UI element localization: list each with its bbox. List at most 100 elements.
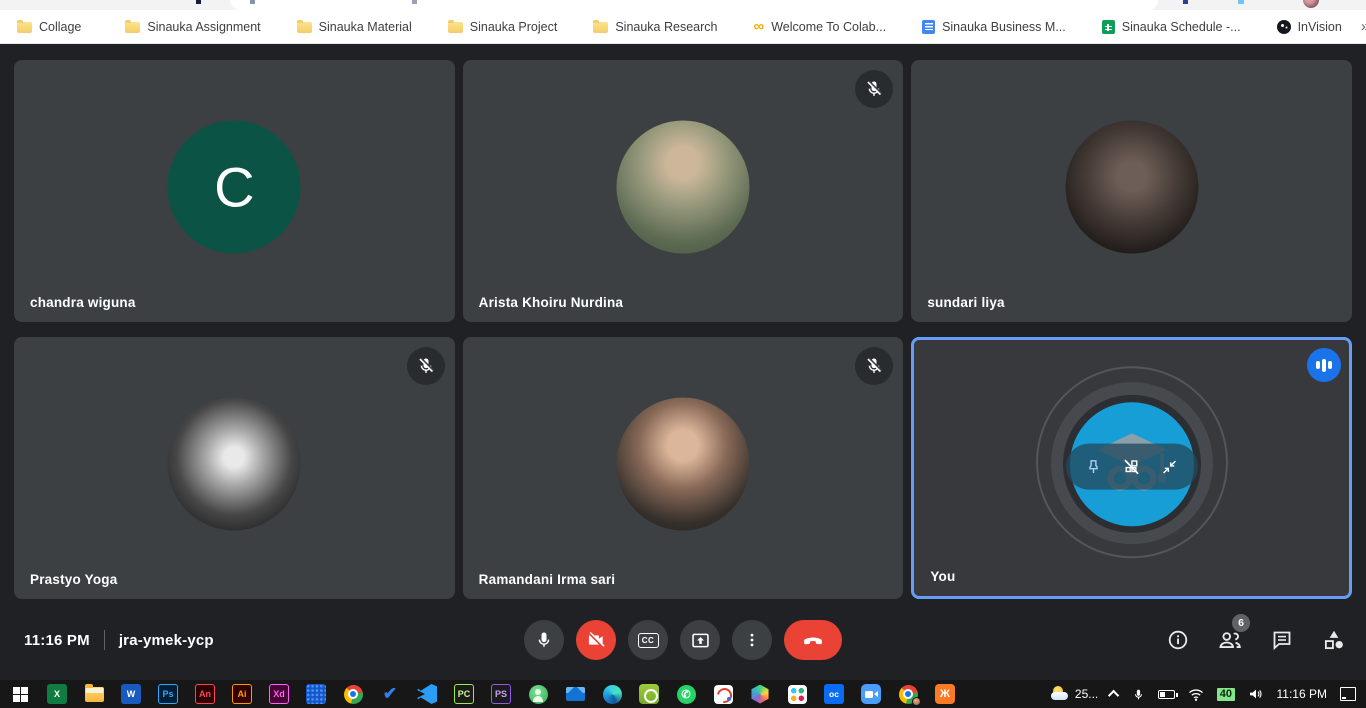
participant-tile-you[interactable]: You [911,337,1352,599]
file-explorer-icon[interactable] [84,684,104,704]
folder-icon [17,22,32,33]
tray-network[interactable] [1188,688,1204,701]
red-swirl-app-icon[interactable] [713,684,733,704]
call-controls: CC [524,620,842,660]
participant-tile-arista[interactable]: Arista Khoiru Nurdina [463,60,904,322]
bookmark-sinauka-schedule[interactable]: Sinauka Schedule -... [1093,16,1250,38]
captions-icon: CC [638,633,659,648]
start-button[interactable] [10,684,30,704]
end-call-icon [801,628,825,652]
system-tray: 25... 40 [1050,686,1366,702]
captions-button[interactable]: CC [628,620,668,660]
avatar-photo [1065,121,1198,254]
browser-profile-avatar[interactable] [1303,0,1319,8]
bookmark-invision[interactable]: InVision [1268,16,1351,38]
photoshop-icon[interactable]: Ps [158,684,178,704]
avatar-initial: C [168,121,301,254]
participant-name: Ramandani Irma sari [479,572,616,587]
bookmark-label: Sinauka Business M... [942,20,1066,34]
profile-badge [912,697,921,706]
oc-app-icon[interactable]: oc [824,684,844,704]
temperature-label: 25... [1075,687,1098,701]
taskbar-apps: X W Ps An Ai Xd ✔ PC PS ✆ oc Ж [0,684,955,704]
tray-battery[interactable] [1158,690,1175,699]
end-call-button[interactable] [784,620,842,660]
pin-icon[interactable] [1084,457,1103,476]
xampp-icon[interactable]: Ж [935,684,955,704]
pycharm-icon[interactable]: PC [454,684,474,704]
mic-off-icon [864,356,884,376]
present-button[interactable] [680,620,720,660]
bookmark-label: InVision [1298,20,1342,34]
vscode-icon[interactable] [417,684,437,704]
video-call-app-icon[interactable] [861,684,881,704]
participant-tile-ramandani[interactable]: Ramandani Irma sari [463,337,904,599]
word-icon[interactable]: W [121,684,141,704]
weather-widget[interactable]: 25... [1050,686,1098,702]
meta-divider [104,630,105,650]
edge-icon[interactable] [602,684,622,704]
tray-overflow-button[interactable] [1111,690,1119,698]
bookmark-sinauka-assignment[interactable]: Sinauka Assignment [116,16,269,38]
slack-icon[interactable] [787,684,807,704]
mail-icon[interactable] [565,684,585,704]
folder-icon [593,22,608,33]
folder-icon [297,22,312,33]
bookmark-label: Sinauka Assignment [147,20,260,34]
bookmark-sinauka-research[interactable]: Sinauka Research [584,16,726,38]
bookmark-sinauka-business[interactable]: Sinauka Business M... [913,16,1075,38]
green-person-app-icon[interactable] [528,684,548,704]
panel-controls: 6 [1164,626,1348,654]
colab-icon: ∞ [753,22,764,32]
tray-volume[interactable] [1248,687,1264,701]
battery-percent-label: 40 [1217,688,1234,701]
participant-name: sundari liya [927,295,1004,310]
participant-tile-sundari[interactable]: sundari liya [911,60,1352,322]
phpstorm-icon[interactable]: PS [491,684,511,704]
bookmark-welcome-to-colab[interactable]: ∞ Welcome To Colab... [744,16,895,38]
tile-hover-controls [1066,444,1198,490]
camera-off-icon [586,630,606,650]
tray-microphone[interactable] [1132,687,1145,702]
participants-count-badge: 6 [1232,614,1250,632]
meeting-code: jra-ymek-ycp [119,632,214,649]
more-options-button[interactable] [732,620,772,660]
whatsapp-icon[interactable]: ✆ [676,684,696,704]
present-icon [690,630,711,651]
folder-icon [125,22,140,33]
bookmark-sinauka-material[interactable]: Sinauka Material [288,16,421,38]
activities-button[interactable] [1320,626,1348,654]
camera-off-button[interactable] [576,620,616,660]
chrome-icon[interactable] [343,684,363,704]
bookmark-collage[interactable]: Collage [8,16,90,38]
mic-muted-badge [407,347,445,385]
action-center-button[interactable] [1340,687,1356,701]
crossed-squares-icon[interactable] [1121,456,1142,477]
bookmarks-overflow-chevron[interactable]: » [1351,18,1366,35]
excel-icon[interactable]: X [47,684,67,704]
bookmark-sinauka-project[interactable]: Sinauka Project [439,16,567,38]
bookmark-label: Collage [39,20,81,34]
collapse-icon[interactable] [1160,457,1179,476]
participant-grid: C chandra wiguna Arista Khoiru Nurdina [14,60,1352,599]
calendar-icon[interactable] [306,684,326,704]
illustrator-icon[interactable]: Ai [232,684,252,704]
tray-clock[interactable]: 11:16 PM [1277,687,1327,701]
participant-tile-prastyo[interactable]: Prastyo Yoga [14,337,455,599]
green-camera-app-icon[interactable] [639,684,659,704]
hexagon-app-icon[interactable] [750,684,770,704]
chat-button[interactable] [1268,626,1296,654]
battery-percent-badge[interactable]: 40 [1217,688,1234,701]
meeting-details-button[interactable] [1164,626,1192,654]
microphone-button[interactable] [524,620,564,660]
tray-clock-label: 11:16 PM [1277,687,1327,701]
animate-icon[interactable]: An [195,684,215,704]
chrome-profile-icon[interactable] [898,684,918,704]
bookmark-label: Sinauka Material [319,20,412,34]
participants-button[interactable]: 6 [1216,626,1244,654]
participant-tile-chandra[interactable]: C chandra wiguna [14,60,455,322]
adobe-xd-icon[interactable]: Xd [269,684,289,704]
avatar-photo [168,398,301,531]
windows-logo-icon [13,687,28,702]
todo-check-icon[interactable]: ✔ [380,684,400,704]
